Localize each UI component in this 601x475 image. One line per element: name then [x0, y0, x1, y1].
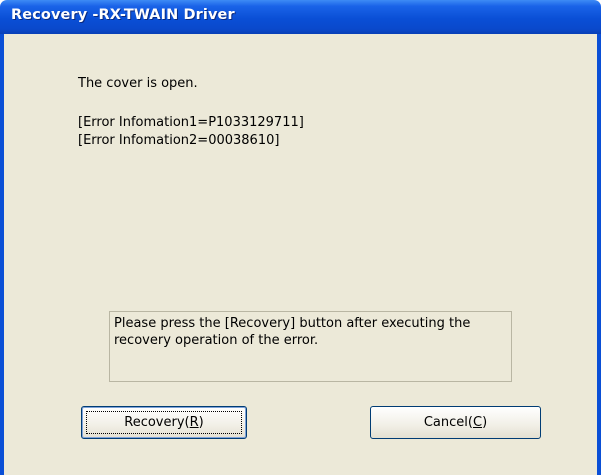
instruction-text: Please press the [Recovery] button after… [114, 316, 471, 348]
cancel-button-label: Cancel(C) [423, 415, 488, 430]
focus-rectangle [86, 411, 242, 434]
error-info-1: [Error Infomation1=P1033129711] [78, 115, 304, 130]
instruction-box: Please press the [Recovery] button after… [109, 311, 512, 382]
title-bar[interactable]: Recovery -RX-TWAIN Driver [0, 0, 601, 34]
window-frame-right [597, 34, 601, 475]
cancel-button[interactable]: Cancel(C) [370, 406, 541, 439]
recovery-button[interactable]: Recovery(R) [81, 406, 247, 439]
error-info-2: [Error Infomation2=00038610] [78, 133, 280, 148]
dialog-window: Recovery -RX-TWAIN Driver The cover is o… [0, 0, 601, 475]
status-message: The cover is open. [78, 76, 198, 91]
dialog-body: The cover is open. [Error Infomation1=P1… [4, 34, 597, 475]
window-title: Recovery -RX-TWAIN Driver [11, 7, 235, 23]
